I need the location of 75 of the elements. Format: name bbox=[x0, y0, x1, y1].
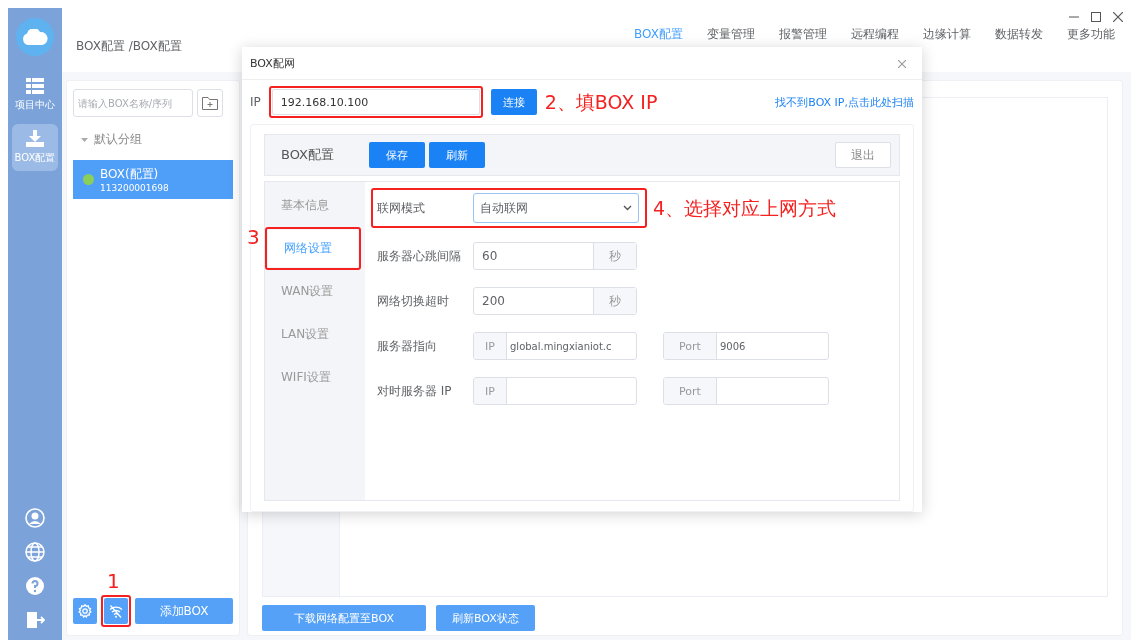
number-field[interactable]: 200 秒 bbox=[473, 287, 637, 315]
download-icon bbox=[26, 130, 44, 147]
number-input[interactable]: 200 bbox=[474, 288, 593, 314]
settings-tab[interactable]: 网络设置 bbox=[268, 230, 358, 267]
settings-button[interactable] bbox=[73, 598, 97, 624]
help-icon[interactable] bbox=[25, 576, 45, 596]
connect-button[interactable]: 连接 bbox=[490, 89, 537, 115]
field-label: 服务器心跳间隔 bbox=[377, 247, 462, 265]
number-field[interactable]: 60 秒 bbox=[473, 242, 637, 270]
add-folder-button[interactable] bbox=[197, 89, 223, 117]
nav-tab[interactable]: BOX配置 bbox=[634, 26, 683, 43]
number-input[interactable]: 60 bbox=[474, 243, 593, 269]
cloud-logo-icon bbox=[16, 18, 54, 56]
chevron-down-icon bbox=[623, 205, 632, 211]
breadcrumb: BOX配置 /BOX配置 bbox=[76, 38, 182, 55]
settings-tab[interactable]: WIFI设置 bbox=[265, 356, 347, 399]
port-field[interactable]: Port 9006 bbox=[663, 332, 829, 360]
settings-tab[interactable]: WAN设置 bbox=[265, 270, 350, 313]
ip-input[interactable]: global.mingxianiot.c bbox=[507, 333, 636, 359]
grid-icon bbox=[26, 78, 44, 94]
exit-icon[interactable] bbox=[25, 610, 45, 630]
close-icon bbox=[898, 60, 906, 68]
ip-field[interactable]: IP global.mingxianiot.c bbox=[473, 332, 637, 360]
panel-title: BOX配置 bbox=[281, 146, 335, 164]
annotation-number: 1 bbox=[107, 571, 120, 591]
unit-label: 秒 bbox=[593, 288, 636, 314]
port-field[interactable]: Port bbox=[663, 377, 829, 405]
ip-input[interactable]: 192.168.10.100 bbox=[271, 89, 480, 115]
unit-label: 秒 bbox=[593, 243, 636, 269]
search-field[interactable]: 请输入BOX名称/序列 bbox=[73, 89, 193, 117]
scan-link[interactable]: 找不到BOX IP,点击此处扫描 bbox=[775, 94, 914, 110]
box-serial: 113200001698 bbox=[100, 183, 169, 193]
action-button[interactable]: 刷新BOX状态 bbox=[436, 605, 535, 631]
maximize-icon[interactable] bbox=[1091, 12, 1101, 22]
ip-label: IP bbox=[474, 333, 507, 359]
folder-plus-icon bbox=[202, 96, 218, 110]
settings-tab[interactable]: 基本信息 bbox=[265, 184, 345, 227]
nav-tab[interactable]: 报警管理 bbox=[779, 26, 827, 43]
toolbar-button[interactable]: 保存 bbox=[369, 142, 425, 168]
ip-label: IP bbox=[474, 378, 507, 404]
user-icon[interactable] bbox=[25, 508, 45, 528]
close-icon[interactable] bbox=[1113, 12, 1123, 22]
nav-tab[interactable]: 边缘计算 bbox=[923, 26, 971, 43]
ip-field[interactable]: IP bbox=[473, 377, 637, 405]
port-label: Port bbox=[664, 333, 717, 359]
wifi-off-icon bbox=[109, 604, 123, 618]
annotation-number: 3 bbox=[247, 227, 260, 247]
toolbar-button[interactable]: 刷新 bbox=[429, 142, 485, 168]
annotation-text: 4、选择对应上网方式 bbox=[653, 198, 837, 218]
annotation-text: 2、填BOX IP bbox=[544, 92, 658, 112]
network-mode-select[interactable]: 自动联网 bbox=[473, 193, 639, 223]
box-list-item[interactable]: BOX(配置) 113200001698 bbox=[73, 160, 233, 199]
field-label: 联网模式 bbox=[377, 199, 426, 217]
globe-icon[interactable] bbox=[25, 542, 45, 562]
exit-button[interactable]: 退出 bbox=[835, 142, 891, 168]
action-button[interactable]: 下载网络配置至BOX bbox=[262, 605, 426, 631]
nav-tab[interactable]: 数据转发 bbox=[995, 26, 1043, 43]
caret-down-icon[interactable] bbox=[81, 137, 88, 142]
box-name: BOX(配置) bbox=[100, 166, 160, 183]
port-label: Port bbox=[664, 378, 717, 404]
nav-tab[interactable]: 更多功能 bbox=[1067, 26, 1115, 43]
port-input[interactable]: 9006 bbox=[717, 333, 828, 359]
group-label: 默认分组 bbox=[94, 131, 142, 148]
field-label: 网络切换超时 bbox=[377, 292, 450, 310]
rail-nav-item[interactable]: BOX配置 bbox=[12, 124, 58, 171]
settings-tab[interactable]: LAN设置 bbox=[265, 313, 346, 356]
nav-tab[interactable]: 远程编程 bbox=[851, 26, 899, 43]
dialog-title: BOX配网 bbox=[250, 55, 295, 71]
field-label: 对时服务器 IP bbox=[377, 382, 453, 400]
settings-icon bbox=[78, 604, 92, 618]
field-label: 服务器指向 bbox=[377, 337, 438, 355]
rail-nav-item[interactable]: 项目中心 bbox=[12, 72, 58, 118]
ip-label: IP bbox=[250, 95, 261, 109]
add-box-button[interactable]: 添加BOX bbox=[135, 598, 233, 624]
nav-tab[interactable]: 变量管理 bbox=[707, 26, 755, 43]
